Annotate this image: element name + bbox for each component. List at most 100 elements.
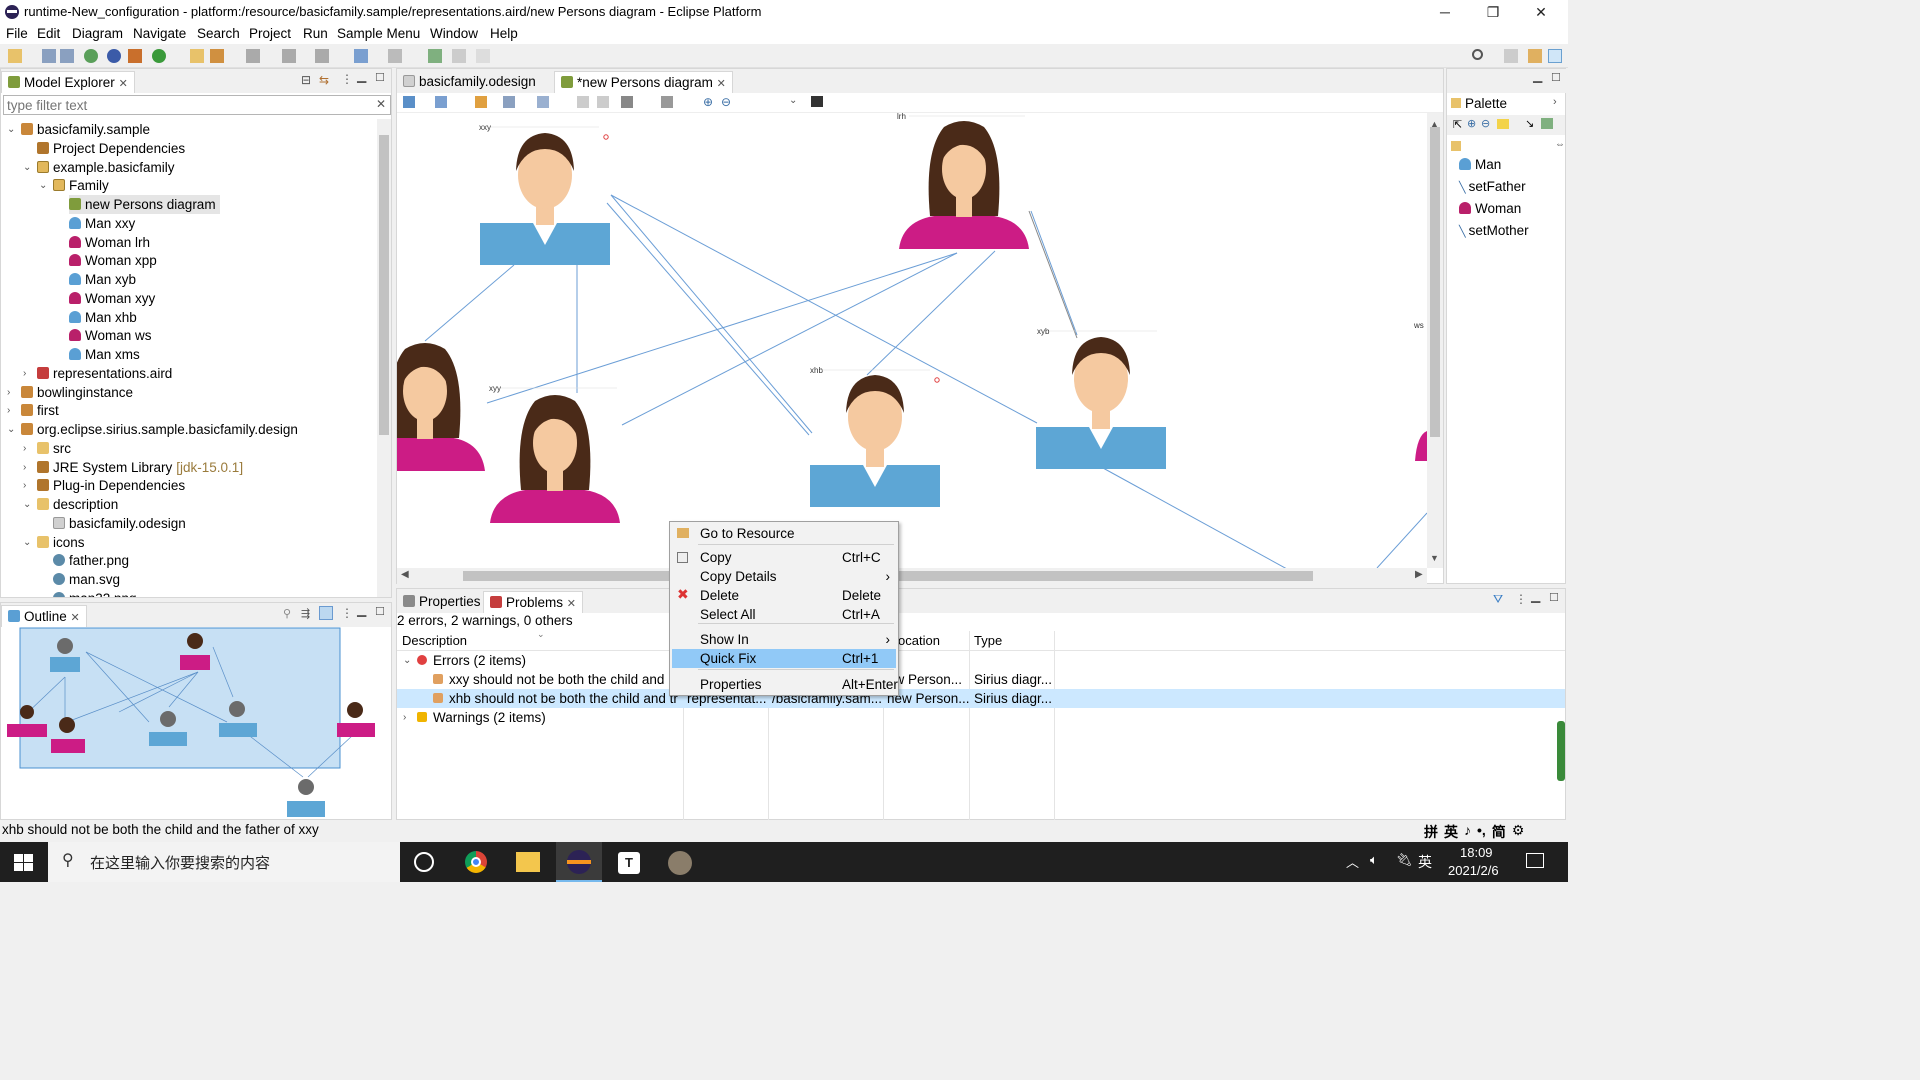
notification-icon[interactable] <box>1526 853 1544 868</box>
scroll-left-icon[interactable]: ◀ <box>401 569 409 580</box>
layers-icon[interactable] <box>503 96 515 108</box>
menu-navigate[interactable]: Navigate <box>133 26 186 41</box>
restore-button[interactable]: ❐ <box>1470 0 1516 24</box>
filters-icon[interactable] <box>537 96 549 108</box>
build-icon[interactable] <box>128 49 142 63</box>
diagram-canvas[interactable]: xxy lrh xyy xhb xyb ws <box>397 113 1427 568</box>
filter-box[interactable]: ✕ <box>3 95 391 115</box>
ime-language-label[interactable]: 英 <box>1444 822 1458 842</box>
link-editor-icon[interactable]: ⇆ <box>319 73 329 87</box>
tree-expander-icon[interactable]: ⌄ <box>23 495 33 514</box>
pin-tool-icon[interactable]: ↘ <box>1525 117 1534 130</box>
tree-expander-icon[interactable]: ⌄ <box>23 533 33 552</box>
close-icon[interactable]: ✕ <box>567 598 576 610</box>
zoom-in-icon[interactable]: ⊕ <box>703 95 713 109</box>
tree-item[interactable]: basicfamily.odesign <box>53 514 190 533</box>
collapse-all-icon[interactable]: ⊟ <box>301 73 311 87</box>
relationship-edge[interactable] <box>1028 210 1078 339</box>
chrome-icon[interactable] <box>465 851 487 873</box>
problem-row[interactable]: › Warnings (2 items) <box>397 708 1565 727</box>
outline-overview-icon[interactable] <box>319 606 333 620</box>
open-perspective-icon[interactable] <box>428 49 442 63</box>
tree-expander-icon[interactable]: › <box>403 708 406 727</box>
zoom-in-tool-icon[interactable]: ⊕ <box>1467 117 1476 130</box>
tree-item[interactable]: icons <box>37 533 89 552</box>
menu-project[interactable]: Project <box>249 26 291 41</box>
menu-search[interactable]: Search <box>197 26 240 41</box>
clock-date[interactable]: 2021/2/6 <box>1448 863 1499 878</box>
diagram-vscrollbar[interactable]: ▲ ▼ <box>1427 113 1443 568</box>
maximize-view-icon[interactable]: ☐ <box>375 71 385 84</box>
tab-outline[interactable]: Outline ✕ <box>1 605 87 627</box>
note-tool-icon[interactable] <box>1497 119 1509 129</box>
context-menu-item[interactable]: Delete Delete <box>672 586 896 605</box>
tree-item[interactable]: src <box>37 439 75 458</box>
tree-item[interactable]: Family <box>53 176 113 195</box>
new-icon[interactable] <box>8 49 22 63</box>
view-menu-icon[interactable]: ⋮ <box>1515 592 1527 606</box>
tree-item[interactable]: Man xyb <box>69 270 140 289</box>
tree-item[interactable]: basicfamily.sample <box>21 120 154 139</box>
menu-sample-menu[interactable]: Sample Menu <box>337 26 420 41</box>
palette-header[interactable]: Palette › <box>1447 93 1565 115</box>
tree-expander-icon[interactable]: ⌄ <box>23 158 33 177</box>
save-icon[interactable] <box>42 49 56 63</box>
tree-item[interactable]: description <box>37 495 122 514</box>
tree-expander-icon[interactable]: › <box>23 476 33 495</box>
menu-edit[interactable]: Edit <box>37 26 60 41</box>
pin-icon[interactable] <box>577 96 589 108</box>
maximize-view-icon[interactable]: ☐ <box>1549 591 1559 604</box>
palette-item[interactable]: ╲ setMother <box>1459 223 1529 238</box>
ime-keyboard-icon[interactable]: 拼 <box>1424 822 1438 842</box>
column-description[interactable]: Description <box>402 633 467 648</box>
sirius-icon[interactable] <box>84 49 98 63</box>
relationship-edge[interactable] <box>1376 512 1427 568</box>
problem-row[interactable]: xhb should not be both the child and tr r… <box>397 689 1565 708</box>
forward-icon[interactable] <box>388 49 402 63</box>
relationship-edge[interactable] <box>621 252 958 426</box>
next-annotation-icon[interactable] <box>246 49 260 63</box>
tree-expander-icon[interactable]: › <box>7 401 17 420</box>
tree-item[interactable]: new Persons diagram <box>69 195 220 214</box>
tree-item[interactable]: example.basicfamily <box>37 158 179 177</box>
palette-item[interactable]: Man <box>1459 157 1501 172</box>
tree-expander-icon[interactable]: › <box>7 383 17 402</box>
tree-expander-icon[interactable]: › <box>23 458 33 477</box>
tree-item[interactable]: representations.aird <box>37 364 176 383</box>
open-task-icon[interactable] <box>210 49 224 63</box>
tree-item[interactable]: father.png <box>53 551 133 570</box>
toggle-icon[interactable] <box>476 49 490 63</box>
ime-indicator[interactable]: 英 <box>1418 852 1432 872</box>
view-menu-icon[interactable]: ⋮ <box>341 72 353 86</box>
relationship-edge[interactable] <box>1030 210 1078 336</box>
menu-run[interactable]: Run <box>303 26 328 41</box>
power-icon[interactable]: 🔌︎ <box>1396 852 1413 868</box>
context-menu-item[interactable]: Copy Details › <box>672 567 896 586</box>
zoom-out-tool-icon[interactable]: ⊖ <box>1481 117 1490 130</box>
menu-file[interactable]: File <box>6 26 28 41</box>
view-menu-icon[interactable]: ⋮ <box>341 606 353 620</box>
context-menu-item[interactable]: Properties Alt+Enter <box>672 675 898 694</box>
relationship-edge[interactable] <box>1102 467 1287 568</box>
scroll-down-icon[interactable]: ▼ <box>1430 553 1439 563</box>
context-menu-item[interactable]: Go to Resource <box>672 524 896 543</box>
run-icon[interactable] <box>152 49 166 63</box>
camera-icon[interactable] <box>811 96 823 107</box>
tab-model-explorer[interactable]: Model Explorer ✕ <box>1 71 135 93</box>
tree-item[interactable]: man32.png <box>53 589 141 597</box>
eclipse-taskbar-button[interactable] <box>556 842 602 882</box>
resource-perspective-icon[interactable] <box>1528 49 1542 63</box>
diagram-vscroll-thumb[interactable] <box>1430 127 1440 437</box>
tree-expander-icon[interactable]: › <box>23 364 33 383</box>
minimize-view-icon[interactable]: ▁ <box>1533 69 1542 83</box>
relationship-edge[interactable] <box>610 194 813 434</box>
close-icon[interactable]: ✕ <box>717 78 726 90</box>
relationship-edge[interactable] <box>866 250 996 376</box>
menu-window[interactable]: Window <box>430 26 478 41</box>
ime-punctuation-icon[interactable]: •, <box>1477 822 1486 842</box>
tree-expander-icon[interactable]: ⌄ <box>7 120 17 139</box>
column-type[interactable]: Type <box>974 633 1002 648</box>
outline-tree-icon[interactable]: ⇶ <box>301 607 310 620</box>
man-node[interactable]: xhb <box>810 366 940 507</box>
context-menu-item[interactable]: Select All Ctrl+A <box>672 605 896 624</box>
